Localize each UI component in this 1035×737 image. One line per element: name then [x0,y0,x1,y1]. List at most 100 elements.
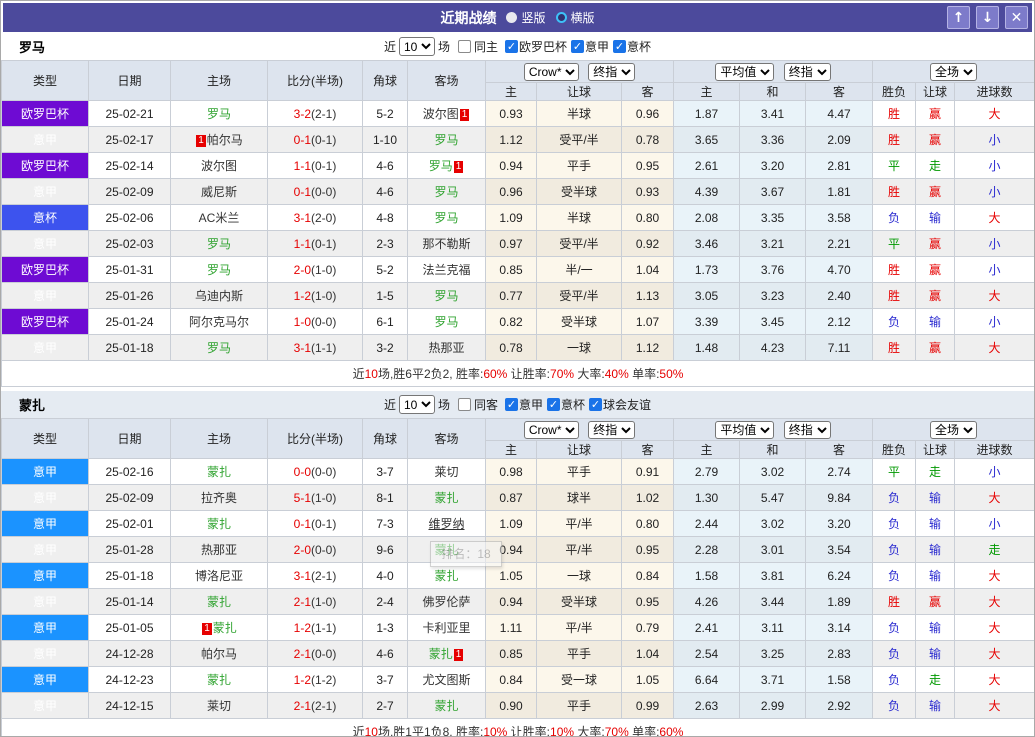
team-link[interactable]: 帕尔马 [201,647,237,661]
team-link[interactable]: 蒙扎 [207,517,231,531]
team-link[interactable]: 蒙扎 [207,673,231,687]
move-up-button[interactable]: ↑ [947,6,970,29]
odds-source-select[interactable]: Crow* [523,420,579,439]
result-cell: 负 [872,204,917,231]
team-link[interactable]: 波尔图 [201,159,237,173]
team-link[interactable]: 罗马 [207,237,231,251]
avg-time-select[interactable]: 终指 [783,420,831,439]
scope-select[interactable]: 全场 [930,420,978,439]
league-checkbox[interactable] [571,40,585,53]
odds-time-select[interactable]: 终指 [588,420,636,439]
league-checkbox[interactable] [505,398,518,411]
team-link[interactable]: 蒙扎 [207,595,231,609]
team-link[interactable]: 维罗纳 [428,517,464,531]
score-cell: 1-1(0-1) [267,230,363,257]
match-date: 25-01-24 [88,308,171,335]
odds-handicap: 平手 [536,458,622,485]
league-checkbox[interactable] [505,40,518,53]
panel-title: 近期战绩 [440,9,497,26]
avg-draw: 3.23 [739,282,807,309]
league-checkbox[interactable] [613,40,627,53]
odds-away: 0.93 [620,178,675,205]
league-checkbox[interactable] [589,398,603,411]
corner-cell: 2-3 [362,230,408,257]
goals-result-cell: 小 [954,178,1034,205]
result-cell: 负 [872,640,917,667]
team-link[interactable]: 那不勒斯 [422,237,470,251]
team-link[interactable]: 莱切 [207,699,231,713]
layout-vertical-radio[interactable]: 竖版 [506,9,546,26]
avg-source-select[interactable]: 平均值 [715,420,775,439]
avg-draw: 3.41 [739,100,807,127]
odds-handicap: 半/一 [536,256,622,283]
away-team-cell: 蒙扎 1 [407,640,486,667]
corner-cell: 4-0 [362,562,408,589]
team-link[interactable]: 佛罗伦萨 [422,595,470,609]
league-badge: 意甲 [1,230,89,257]
scope-select[interactable]: 全场 [930,62,978,81]
team-link[interactable]: 波尔图 [423,107,459,121]
odds-source-select[interactable]: Crow* [523,62,579,81]
team-link[interactable]: AC米兰 [199,211,240,225]
team-link[interactable]: 蒙扎 [213,621,237,635]
team-link[interactable]: 蒙扎 [429,647,453,661]
move-down-button[interactable]: ↓ [976,6,999,29]
match-date: 25-02-14 [88,152,171,179]
team-link[interactable]: 乌迪内斯 [195,289,243,303]
league-checkbox[interactable] [547,398,561,411]
home-team-cell: 蒙扎 [170,588,268,615]
handicap-result-cell: 输 [915,692,956,719]
handicap-result-cell: 输 [915,562,956,589]
handicap-result-cell: 赢 [915,334,956,361]
team-link[interactable]: 博洛尼亚 [195,569,243,583]
team-link[interactable]: 罗马 [207,341,231,355]
team-link[interactable]: 热那亚 [201,543,237,557]
avg-home: 2.61 [673,152,741,179]
match-row: 欧罗巴杯 25-01-24 阿尔克马尔 1-0(0-0) 6-1 罗马 0.82 受半球 1.0… [1,308,1034,335]
league-badge: 意甲 [1,562,89,589]
team-link[interactable]: 罗马 [434,211,458,225]
team-link[interactable]: 莱切 [434,465,458,479]
team-link[interactable]: 热那亚 [428,341,464,355]
match-count-select[interactable]: 10 [398,395,435,414]
team-link[interactable]: 法兰克福 [422,263,470,277]
team-link[interactable]: 罗马 [207,107,231,121]
league-badge: 欧罗巴杯 [1,100,89,127]
layout-horizontal-radio[interactable]: 横版 [555,9,595,26]
team-link[interactable]: 蒙扎 [434,491,458,505]
close-button[interactable]: ✕ [1005,6,1028,29]
team-link[interactable]: 罗马 [434,185,458,199]
same-venue-checkbox[interactable] [457,40,471,53]
team-link[interactable]: 罗马 [434,133,458,147]
team-link[interactable]: 蒙扎 [207,465,231,479]
summary-text: 场,胜6平2负2, 胜率: [377,367,484,381]
avg-draw: 3.81 [739,562,807,589]
team-link[interactable]: 帕尔马 [207,133,243,147]
team-link[interactable]: 罗马 [434,289,458,303]
team-link[interactable]: 罗马 [434,315,458,329]
odds-away: 1.04 [620,640,675,667]
avg-source-select[interactable]: 平均值 [715,62,775,81]
team-link[interactable]: 蒙扎 [434,569,458,583]
team-link[interactable]: 尤文图斯 [422,673,470,687]
team-link[interactable]: 罗马 [207,263,231,277]
avg-away: 2.81 [805,152,874,179]
avg-time-select[interactable]: 终指 [783,62,831,81]
odds-handicap: 一球 [536,334,622,361]
same-venue-checkbox[interactable] [457,398,471,411]
odds-home: 0.82 [485,308,537,335]
team-link[interactable]: 阿尔克马尔 [189,315,249,329]
odds-away: 0.80 [620,204,675,231]
col-avg-draw: 和 [739,440,807,459]
odds-time-select[interactable]: 终指 [588,62,636,81]
team-link[interactable]: 罗马 [429,159,453,173]
avg-away: 7.11 [805,334,874,361]
match-count-select[interactable]: 10 [398,37,435,56]
col-avg-draw: 和 [739,82,807,101]
team-link[interactable]: 威尼斯 [201,185,237,199]
team-link[interactable]: 蒙扎 [434,699,458,713]
team-link[interactable]: 卡利亚里 [422,621,470,635]
odds-away: 1.04 [620,256,675,283]
team-link[interactable]: 拉齐奥 [201,491,237,505]
away-team-cell: 罗马 [407,204,486,231]
